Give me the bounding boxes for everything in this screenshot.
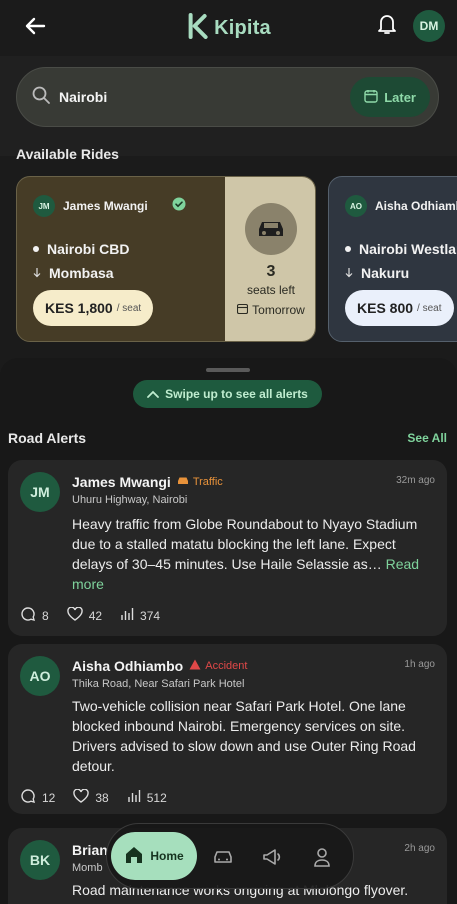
- comments-stat[interactable]: 8: [20, 606, 49, 625]
- driver-avatar: AO: [345, 195, 367, 217]
- see-all-link[interactable]: See All: [407, 431, 447, 445]
- comment-icon: [20, 788, 36, 807]
- ride-card[interactable]: JM James Mwangi Nairobi CBD Mombasa KES …: [16, 176, 316, 342]
- drag-handle[interactable]: [206, 368, 250, 372]
- comments-stat[interactable]: 12: [20, 788, 55, 807]
- seats-label: seats left: [246, 283, 296, 297]
- comments-count: 12: [42, 790, 56, 805]
- warning-icon: [189, 659, 201, 673]
- likes-count: 38: [95, 790, 109, 805]
- back-arrow-icon[interactable]: [20, 11, 50, 41]
- driver-name: Aisha Odhiambo: [375, 199, 457, 213]
- rides-carousel[interactable]: JM James Mwangi Nairobi CBD Mombasa KES …: [16, 176, 457, 342]
- search-input[interactable]: Nairobi: [59, 89, 350, 105]
- bell-icon[interactable]: [377, 13, 397, 40]
- origin-dot-icon: [345, 246, 351, 252]
- comment-icon: [20, 606, 36, 625]
- alert-author: Brian: [72, 842, 108, 858]
- per-seat-label: / seat: [417, 302, 442, 314]
- app-name: Kipita: [214, 17, 271, 39]
- per-seat-label: / seat: [116, 302, 142, 314]
- driver-name: James Mwangi: [63, 199, 148, 213]
- arrow-down-icon: [33, 265, 41, 281]
- verified-icon: [172, 197, 186, 216]
- alert-text: Heavy traffic from Globe Roundabout to N…: [72, 516, 418, 572]
- likes-stat[interactable]: 38: [73, 788, 109, 807]
- later-button[interactable]: Later: [350, 77, 430, 117]
- seats-count: 3: [266, 263, 276, 280]
- views-count: 512: [146, 790, 167, 805]
- car-icon: [245, 203, 297, 255]
- user-avatar[interactable]: DM: [413, 10, 445, 42]
- views-count: 374: [140, 608, 161, 623]
- road-alerts-title: Road Alerts: [8, 430, 87, 446]
- alert-stats: 12 38 512: [20, 788, 167, 807]
- likes-stat[interactable]: 42: [66, 606, 103, 625]
- search-section: Nairobi Later: [0, 56, 457, 156]
- ride-price: KES 800: [357, 300, 414, 316]
- alert-body: Heavy traffic from Globe Roundabout to N…: [72, 514, 435, 594]
- kipita-logo-icon: [186, 13, 208, 44]
- ride-origin: Nairobi CBD: [47, 241, 130, 257]
- price-badge: KES 800 / seat: [345, 290, 454, 326]
- nav-profile-icon[interactable]: [310, 845, 334, 869]
- calendar-icon: [364, 89, 378, 106]
- comments-count: 8: [42, 608, 49, 623]
- car-icon: [177, 476, 189, 489]
- alert-body: Two-vehicle collision near Safari Park H…: [72, 698, 416, 774]
- views-stat: 374: [120, 606, 160, 625]
- alert-stats: 8 42 374: [20, 606, 160, 625]
- driver-avatar: JM: [33, 195, 55, 217]
- nav-home-label: Home: [150, 849, 184, 863]
- search-bar[interactable]: Nairobi Later: [16, 67, 439, 127]
- alert-tag-label: Traffic: [192, 476, 223, 488]
- alert-tag: Traffic: [177, 476, 223, 489]
- available-rides-title: Available Rides: [16, 146, 119, 162]
- app-brand: Kipita: [186, 13, 271, 44]
- views-stat: 512: [127, 788, 167, 807]
- bar-chart-icon: [127, 789, 141, 806]
- alert-location: Thika Road, Near Safari Park Hotel: [72, 678, 245, 690]
- alert-card[interactable]: AO Aisha Odhiambo Accident 1h ago Thika …: [8, 644, 447, 814]
- swipe-label: Swipe up to see all alerts: [165, 387, 308, 401]
- search-icon: [31, 85, 51, 110]
- top-bar: Kipita DM: [0, 0, 457, 52]
- nav-home-button[interactable]: Home: [111, 832, 197, 880]
- chevron-up-icon: [147, 387, 160, 401]
- price-badge: KES 1,800 / seat: [33, 290, 154, 326]
- ride-destination: Mombasa: [49, 265, 114, 281]
- ride-card[interactable]: AO Aisha Odhiambo Nairobi Westlands Naku…: [328, 176, 457, 342]
- alert-tag: Accident: [189, 659, 247, 673]
- bottom-nav: Home: [106, 823, 354, 889]
- alert-avatar: BK: [20, 840, 60, 880]
- alert-time: 2h ago: [404, 843, 435, 854]
- alert-author: James Mwangi: [72, 474, 171, 490]
- alert-avatar: AO: [20, 656, 60, 696]
- alert-avatar: JM: [20, 472, 60, 512]
- bar-chart-icon: [120, 607, 134, 624]
- ride-date: Tomorrow: [252, 303, 305, 317]
- ride-origin: Nairobi Westlands: [359, 241, 457, 257]
- arrow-down-icon: [345, 265, 353, 281]
- ride-destination: Nakuru: [361, 265, 410, 281]
- alert-time: 32m ago: [396, 475, 435, 486]
- alert-author: Aisha Odhiambo: [72, 658, 184, 674]
- alert-time: 1h ago: [404, 659, 435, 670]
- nav-megaphone-icon[interactable]: [261, 845, 285, 869]
- origin-dot-icon: [33, 246, 39, 252]
- heart-icon: [66, 606, 83, 624]
- ride-price: KES 1,800: [45, 300, 113, 316]
- swipe-up-button[interactable]: Swipe up to see all alerts: [133, 380, 322, 408]
- later-label: Later: [384, 89, 416, 105]
- alert-tag-label: Accident: [205, 660, 248, 672]
- calendar-icon: [237, 303, 249, 317]
- nav-rides-car-icon[interactable]: [211, 845, 235, 869]
- home-icon: [124, 846, 144, 867]
- heart-icon: [73, 788, 90, 806]
- likes-count: 42: [88, 608, 103, 623]
- alert-location: Uhuru Highway, Nairobi: [72, 494, 188, 506]
- alert-card[interactable]: JM James Mwangi Traffic 32m ago Uhuru Hi…: [8, 460, 447, 636]
